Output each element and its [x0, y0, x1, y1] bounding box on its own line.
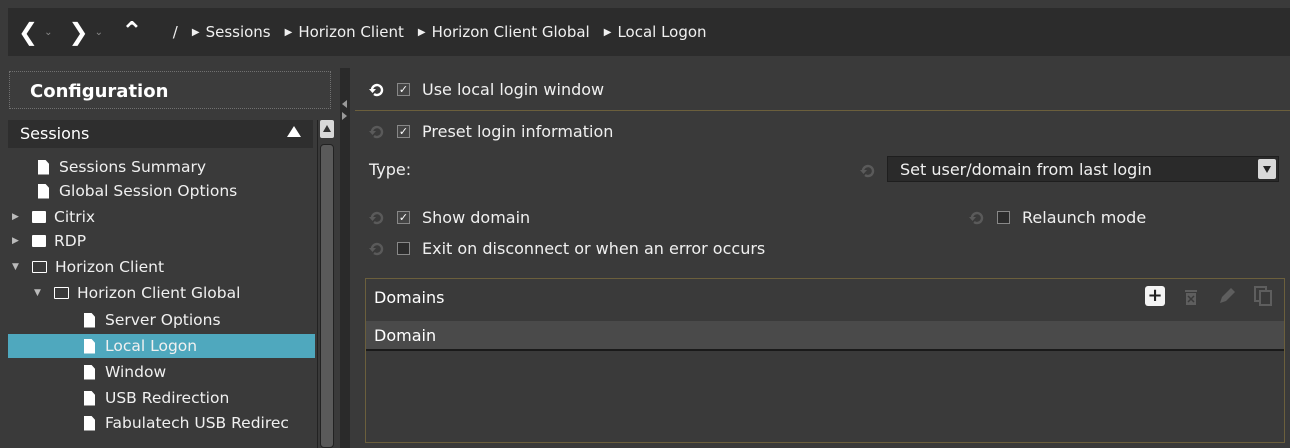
scroll-up-button[interactable] [320, 120, 334, 138]
file-icon [84, 415, 95, 431]
triangle-right-icon: ▶ [603, 26, 612, 38]
sidebar-scrollbar[interactable] [317, 120, 336, 448]
type-select-value: Set user/domain from last login [900, 160, 1152, 179]
sessions-section-label: Sessions [20, 124, 90, 143]
tree-item-local-logon[interactable]: Local Logon [8, 334, 315, 358]
expand-arrow-icon[interactable]: ▶ [12, 212, 24, 222]
back-history-dropdown-icon[interactable]: ⌄ [44, 27, 52, 38]
domain-column-label: Domain [374, 326, 437, 345]
tree-item-citrix[interactable]: ▶ Citrix [8, 206, 315, 228]
show-domain-checkbox[interactable]: ✓ [397, 211, 410, 224]
exit-on-disconnect-label: Exit on disconnect or when an error occu… [422, 239, 766, 258]
file-icon [38, 183, 49, 199]
type-label: Type: [369, 160, 412, 179]
collapse-arrow-icon[interactable]: ▼ [34, 288, 46, 298]
breadcrumb-sessions[interactable]: ▶ Sessions [192, 23, 271, 41]
tree-item-horizon-client[interactable]: ▼ Horizon Client [8, 256, 315, 278]
preset-login-row: ✓ Preset login information [369, 122, 613, 141]
breadcrumb-local-logon[interactable]: ▶ Local Logon [604, 23, 707, 41]
forward-button[interactable]: ❯ ⌄ [69, 20, 104, 44]
triangle-right-icon: ▶ [191, 26, 200, 38]
tree-item-server-options[interactable]: Server Options [8, 309, 315, 331]
trash-icon [1185, 290, 1197, 305]
file-icon [38, 159, 49, 175]
domains-toolbar: + [1130, 285, 1274, 307]
reset-icon [860, 164, 875, 178]
preset-login-label: Preset login information [422, 122, 614, 141]
use-local-login-row: ✓ Use local login window [369, 80, 604, 99]
reset-icon [369, 125, 384, 138]
panel-splitter[interactable] [340, 68, 350, 448]
show-domain-row: ✓ Show domain [369, 208, 530, 227]
file-icon [84, 338, 95, 354]
relaunch-mode-label: Relaunch mode [1022, 208, 1147, 227]
tree-item-window[interactable]: Window [8, 361, 315, 383]
file-icon [84, 312, 95, 328]
copy-icon [1254, 286, 1272, 306]
folder-icon [32, 211, 46, 223]
up-button[interactable]: ⌃ [121, 19, 143, 45]
add-domain-button[interactable]: + [1144, 285, 1166, 307]
forward-history-dropdown-icon[interactable]: ⌄ [95, 27, 103, 38]
chevron-down-icon[interactable] [1258, 159, 1276, 179]
breadcrumb-horizon-client[interactable]: ▶ Horizon Client [285, 23, 404, 41]
plus-icon: + [1145, 286, 1165, 306]
breadcrumb-horizon-client-global[interactable]: ▶ Horizon Client Global [418, 23, 590, 41]
tree-item-global-session-options[interactable]: Global Session Options [8, 180, 315, 202]
tree-item-sessions-summary[interactable]: Sessions Summary [8, 156, 315, 178]
divider [355, 110, 1290, 111]
sidebar: Configuration Sessions Sessions Summary … [8, 68, 336, 448]
up-icon: ⌃ [121, 17, 143, 47]
file-icon [84, 390, 95, 406]
preset-login-checkbox[interactable]: ✓ [397, 125, 410, 138]
sidebar-title: Configuration [30, 81, 169, 102]
expand-arrow-icon[interactable]: ▶ [12, 236, 24, 246]
back-button[interactable]: ❮ ⌄ [18, 20, 53, 44]
breadcrumb-root[interactable]: / [173, 23, 178, 41]
reset-icon [369, 211, 384, 224]
tree-item-fabulatech-usb-redirection[interactable]: Fabulatech USB Redirec [8, 412, 315, 434]
copy-domain-button[interactable] [1252, 285, 1274, 307]
scrollbar-thumb[interactable] [320, 144, 334, 448]
delete-domain-button[interactable] [1180, 285, 1202, 307]
configuration-header: Configuration [9, 71, 331, 109]
toolbar: ❮ ⌄ ❯ ⌄ ⌃ / ▶ Sessions ▶ Horizon Client ▶ H… [8, 8, 1290, 56]
show-domain-label: Show domain [422, 208, 531, 227]
reset-icon [969, 211, 984, 224]
exit-on-disconnect-checkbox[interactable] [397, 242, 410, 255]
back-icon: ❮ [18, 18, 39, 46]
domains-title: Domains [374, 288, 445, 307]
file-icon [84, 364, 95, 380]
triangle-right-icon: ▶ [417, 26, 426, 38]
expand-right-arrow-icon[interactable] [342, 112, 347, 120]
forward-icon: ❯ [68, 18, 89, 46]
relaunch-mode-checkbox[interactable] [997, 211, 1010, 224]
sessions-section-header[interactable]: Sessions [8, 120, 313, 148]
reset-icon [369, 242, 384, 255]
folder-icon [32, 235, 46, 247]
pencil-icon [1220, 288, 1235, 303]
domains-panel: Domains + Domain [365, 278, 1285, 443]
domain-column-header[interactable]: Domain [366, 321, 1284, 351]
exit-on-disconnect-row: Exit on disconnect or when an error occu… [369, 239, 765, 258]
use-local-login-checkbox[interactable]: ✓ [397, 83, 410, 96]
tree-item-rdp[interactable]: ▶ RDP [8, 230, 315, 252]
collapse-triangle-icon[interactable] [287, 126, 301, 137]
type-select[interactable]: Set user/domain from last login [887, 156, 1279, 182]
folder-open-icon [54, 287, 69, 299]
reset-icon[interactable] [369, 83, 385, 97]
tree-item-usb-redirection[interactable]: USB Redirection [8, 387, 315, 409]
collapse-arrow-icon[interactable]: ▼ [12, 262, 24, 272]
triangle-right-icon: ▶ [284, 26, 293, 38]
tree-item-horizon-client-global[interactable]: ▼ Horizon Client Global [8, 282, 315, 304]
use-local-login-label: Use local login window [422, 80, 605, 99]
breadcrumb: / ▶ Sessions ▶ Horizon Client ▶ Horizon Cli… [173, 23, 721, 41]
collapse-left-arrow-icon[interactable] [342, 100, 347, 108]
edit-domain-button[interactable] [1216, 285, 1238, 307]
folder-open-icon [32, 261, 47, 273]
relaunch-mode-row: Relaunch mode [969, 208, 1146, 227]
settings-panel: ✓ Use local login window ✓ Preset login … [355, 68, 1290, 448]
